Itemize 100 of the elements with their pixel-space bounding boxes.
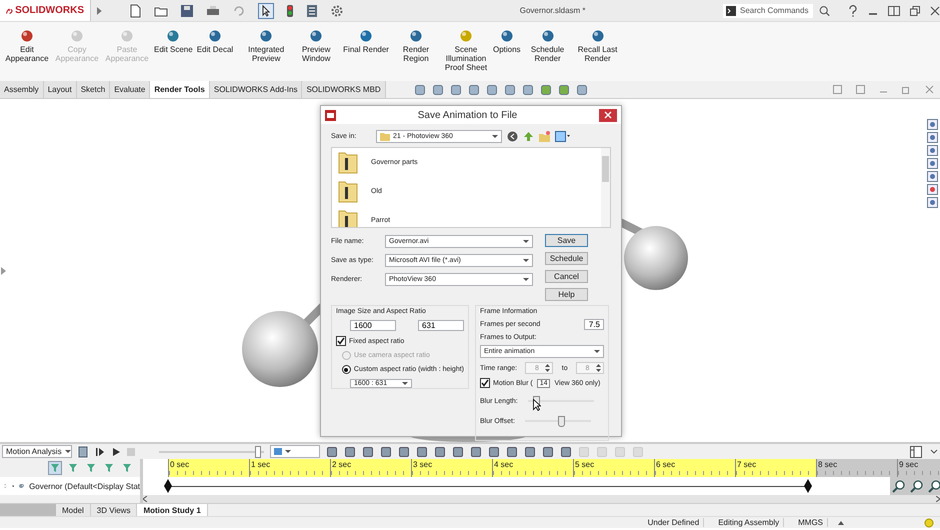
tab[interactable]: Evaluate [110,81,150,98]
view-tool-icon[interactable] [468,84,480,96]
tab[interactable]: Render Tools [150,81,210,98]
app-logo[interactable]: SOLIDWORKS [0,0,91,21]
motion-tool-icon[interactable] [452,446,464,458]
motion-tool-icon[interactable] [326,446,338,458]
ribbon-button[interactable]: Edit Decal [194,29,236,54]
playback-speed-slider[interactable] [159,446,264,458]
file-properties-icon[interactable] [306,4,318,18]
tab[interactable]: SOLIDWORKS MBD [302,81,386,98]
tab[interactable]: Assembly [0,81,44,98]
tab[interactable]: SOLIDWORKS Add-Ins [210,81,302,98]
spin-arrows-icon[interactable] [545,364,550,372]
back-icon[interactable] [507,130,518,142]
motion-tool-icon[interactable] [524,446,536,458]
view-tool-icon[interactable] [504,84,516,96]
view-tool-icon[interactable] [576,84,588,96]
motion-tool-icon[interactable] [434,446,446,458]
view-tool-icon[interactable] [522,84,534,96]
ribbon-button[interactable]: Schedule Render [522,29,573,63]
ribbon-button[interactable]: Preview Window [291,29,342,63]
motion-tool-icon[interactable] [416,446,428,458]
scroll-right-icon[interactable] [936,496,940,502]
task-pane-icon[interactable] [927,119,938,130]
task-pane-icon[interactable] [927,171,938,182]
search-field[interactable]: Search Commands [722,4,813,18]
tab[interactable]: Layout [44,81,77,98]
scroll-left-icon[interactable] [143,496,147,502]
radio-button[interactable] [342,365,351,374]
task-pane-icon[interactable] [927,197,938,208]
ribbon-button[interactable]: Integrated Preview [241,29,292,63]
save-icon[interactable] [180,4,194,18]
playback-mode-dropdown[interactable] [270,445,320,458]
view-tool-icon[interactable] [486,84,498,96]
motion-tool-icon[interactable] [560,446,572,458]
task-pane-icon[interactable] [927,145,938,156]
tab[interactable]: Sketch [76,81,110,98]
spin-arrows-icon[interactable] [596,364,601,372]
zoom-icon[interactable] [928,479,940,494]
play-icon[interactable] [111,446,121,457]
tab[interactable]: 3D Views [90,504,138,516]
ribbon-button[interactable]: Scene Illumination Proof Sheet [440,29,491,72]
view-menu-icon[interactable] [555,130,570,142]
ribbon-button[interactable]: Edit Scene [152,29,195,54]
close-button[interactable] [599,108,617,122]
zoom-icon[interactable] [910,479,924,494]
motion-tool-icon[interactable] [362,446,374,458]
chevron-down-icon[interactable] [930,448,938,455]
key-point-icon[interactable] [164,479,172,494]
height-field[interactable]: 631 [418,320,464,331]
tab[interactable]: Motion Study 1 [137,504,208,516]
zoom-icon[interactable] [892,479,906,494]
slider-thumb[interactable] [254,446,261,458]
expand-arrow-icon[interactable] [1,267,6,275]
dialog-button[interactable]: Help [545,288,588,301]
motion-tool-icon[interactable] [344,446,356,458]
close-icon[interactable] [930,6,940,16]
task-pane-icon[interactable] [927,158,938,169]
checkbox[interactable] [480,378,490,388]
view-tool-icon[interactable] [558,84,570,96]
width-field[interactable]: 1600 [350,320,396,331]
search-icon[interactable] [818,4,830,18]
task-pane-icon[interactable] [927,184,938,195]
ribbon-button[interactable]: Edit Appearance [2,29,52,63]
printer-icon[interactable] [206,4,220,18]
chevron-up-icon[interactable] [838,520,844,524]
new-folder-icon[interactable] [539,130,550,142]
motion-tool-icon[interactable] [542,446,554,458]
select-pointer-icon[interactable] [258,2,274,18]
motion-tool-icon[interactable] [488,446,500,458]
play-from-start-icon[interactable] [95,446,105,457]
new-document-icon[interactable] [128,4,142,18]
task-pane-icon[interactable] [927,132,938,143]
slider-thumb[interactable] [558,416,565,427]
view-tool-icon[interactable] [432,84,444,96]
ribbon-button[interactable]: Render Region [390,29,441,63]
traffic-light-icon[interactable] [286,4,294,18]
filter-icon[interactable] [48,461,62,476]
view-tool-icon[interactable] [540,84,552,96]
checkbox[interactable] [336,336,346,346]
view-tool-icon[interactable] [450,84,462,96]
motion-tool-icon[interactable] [380,446,392,458]
motion-tool-icon[interactable] [398,446,410,458]
motion-tool-icon[interactable] [506,446,518,458]
fps-field[interactable]: 7.5 [584,319,604,330]
settings-icon[interactable] [330,4,344,18]
key-point-icon[interactable] [804,479,812,494]
scrollbar[interactable] [143,495,940,504]
ribbon-button[interactable]: Recall Last Render [572,29,623,63]
dialog-button[interactable]: Schedule [545,252,588,265]
layout-icon[interactable] [910,446,924,458]
calculate-icon[interactable] [78,446,89,458]
tab[interactable]: Model [56,504,91,516]
help-icon[interactable] [848,4,858,16]
status-bulb-icon[interactable] [924,518,934,528]
dialog-button[interactable]: Save [545,234,588,247]
ribbon-button[interactable]: Final Render [341,29,391,54]
dialog-button[interactable]: Cancel [545,270,588,283]
motion-tool-icon[interactable] [470,446,482,458]
restore-icon[interactable] [910,6,920,16]
